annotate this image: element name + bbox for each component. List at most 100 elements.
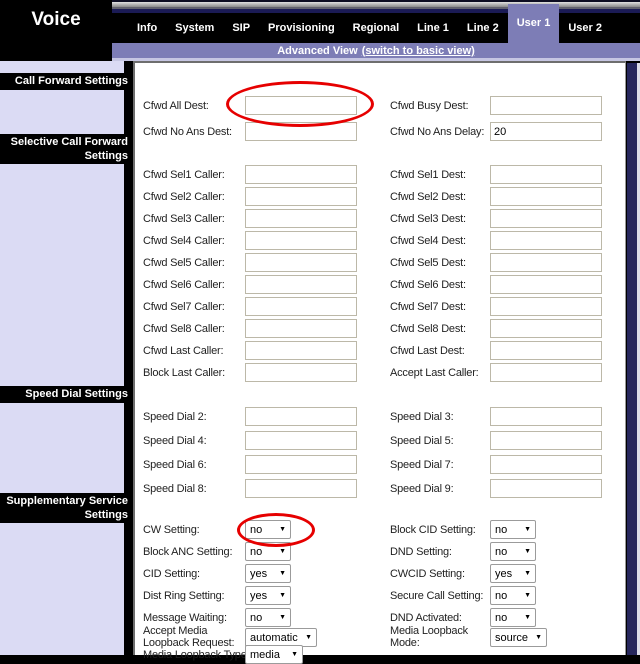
dropdown-arrow-icon: ▼	[524, 526, 531, 533]
tab-sip[interactable]: SIP	[223, 13, 259, 43]
speed-dial-4-label: Speed Dial 4:	[143, 435, 207, 447]
accept-media-loopback-request-label: Accept Media Loopback Request:	[143, 625, 235, 649]
speed-dial-5-input[interactable]	[490, 431, 602, 450]
block-anc-setting-label: Block ANC Setting:	[143, 546, 233, 558]
cfwd-sel2-dest-input[interactable]	[490, 187, 602, 206]
block-anc-setting-value: no	[250, 545, 263, 558]
block-cid-setting-label: Block CID Setting:	[390, 524, 476, 536]
dnd-setting-label: DND Setting:	[390, 546, 452, 558]
tab-info[interactable]: Info	[128, 13, 166, 43]
cfwd-busy-dest-label: Cfwd Busy Dest:	[390, 100, 469, 112]
secure-call-setting-select[interactable]: no ▼	[490, 586, 536, 605]
block-last-caller-label: Block Last Caller:	[143, 367, 225, 379]
block-last-caller-input[interactable]	[245, 363, 357, 382]
accept-last-caller-input[interactable]	[490, 363, 602, 382]
cid-setting-select[interactable]: yes ▼	[245, 564, 291, 583]
cfwd-sel6-dest-input[interactable]	[490, 275, 602, 294]
cfwd-no-ans-delay-input[interactable]	[490, 122, 602, 141]
tab-user-1[interactable]: User 1	[507, 4, 560, 43]
speed-dial-6-input[interactable]	[245, 455, 357, 474]
speed-dial-5-label: Speed Dial 5:	[390, 435, 454, 447]
cfwd-last-dest-input[interactable]	[490, 341, 602, 360]
section-header-selective-call-forward-settings: Selective Call Forward Settings	[0, 134, 133, 164]
view-mode-label: Advanced View	[277, 44, 358, 57]
cfwd-last-caller-input[interactable]	[245, 341, 357, 360]
tab-system[interactable]: System	[166, 13, 223, 43]
cfwd-sel4-caller-input[interactable]	[245, 231, 357, 250]
dnd-activated-value: no	[495, 611, 508, 624]
tab-bar: Info System SIP Provisioning Regional Line 1L…	[112, 0, 640, 43]
speed-dial-9-label: Speed Dial 9:	[390, 483, 454, 495]
tab-provisioning[interactable]: Provisioning	[259, 13, 344, 43]
dropdown-arrow-icon: ▼	[305, 634, 312, 641]
media-loopback-mode-value: source	[495, 631, 529, 644]
speed-dial-7-input[interactable]	[490, 455, 602, 474]
secure-call-setting-label: Secure Call Setting:	[390, 590, 484, 602]
dnd-setting-select[interactable]: no ▼	[490, 542, 536, 561]
media-loopback-mode-select[interactable]: source ▼	[490, 628, 547, 647]
content-panel: Cfwd All Dest: Cfwd Busy Dest: Cfwd No Ans…	[133, 61, 626, 664]
switch-view-link[interactable]: (switch to basic view)	[362, 45, 475, 57]
cfwd-sel5-caller-input[interactable]	[245, 253, 357, 272]
tab-regional[interactable]: Regional	[344, 13, 408, 43]
cfwd-sel6-caller-input[interactable]	[245, 275, 357, 294]
cwcid-setting-value: yes	[495, 567, 513, 580]
dropdown-arrow-icon: ▼	[524, 548, 531, 555]
cid-setting-label: CID Setting:	[143, 568, 200, 580]
speed-dial-9-input[interactable]	[490, 479, 602, 498]
cwcid-setting-select[interactable]: yes ▼	[490, 564, 536, 583]
cw-setting-select[interactable]: no ▼	[245, 520, 291, 539]
cfwd-sel3-dest-label: Cfwd Sel3 Dest:	[390, 213, 466, 225]
cfwd-all-dest-input[interactable]	[245, 96, 357, 115]
dropdown-arrow-icon: ▼	[535, 634, 542, 641]
cfwd-sel1-caller-input[interactable]	[245, 165, 357, 184]
dist-ring-setting-value: yes	[250, 589, 268, 602]
dist-ring-setting-select[interactable]: yes ▼	[245, 586, 291, 605]
tab-user-2[interactable]: User 2	[559, 13, 611, 43]
cfwd-sel5-dest-input[interactable]	[490, 253, 602, 272]
message-waiting-select[interactable]: no ▼	[245, 608, 291, 627]
tab-line-1[interactable]: Line 1	[408, 13, 458, 43]
cfwd-sel2-caller-label: Cfwd Sel2 Caller:	[143, 191, 225, 203]
speed-dial-2-input[interactable]	[245, 407, 357, 426]
block-cid-setting-select[interactable]: no ▼	[490, 520, 536, 539]
dnd-activated-label: DND Activated:	[390, 612, 462, 624]
dnd-activated-select[interactable]: no ▼	[490, 608, 536, 627]
dropdown-arrow-icon: ▼	[279, 548, 286, 555]
dropdown-arrow-icon: ▼	[524, 570, 531, 577]
cfwd-sel2-dest-label: Cfwd Sel2 Dest:	[390, 191, 466, 203]
cfwd-sel2-caller-input[interactable]	[245, 187, 357, 206]
dist-ring-setting-label: Dist Ring Setting:	[143, 590, 225, 602]
speed-dial-4-input[interactable]	[245, 431, 357, 450]
cfwd-sel3-caller-input[interactable]	[245, 209, 357, 228]
speed-dial-8-input[interactable]	[245, 479, 357, 498]
cfwd-sel7-caller-input[interactable]	[245, 297, 357, 316]
cfwd-sel5-dest-label: Cfwd Sel5 Dest:	[390, 257, 466, 269]
voice-admin-page: Voice Info System SIP Provisioning Regional L…	[0, 0, 640, 664]
cfwd-busy-dest-input[interactable]	[490, 96, 602, 115]
speed-dial-3-input[interactable]	[490, 407, 602, 426]
cw-setting-value: no	[250, 523, 263, 536]
cid-setting-value: yes	[250, 567, 268, 580]
tab-line-2[interactable]: Line 2	[458, 13, 508, 43]
cfwd-last-dest-label: Cfwd Last Dest:	[390, 345, 465, 357]
cfwd-sel8-caller-input[interactable]	[245, 319, 357, 338]
cfwd-sel4-caller-label: Cfwd Sel4 Caller:	[143, 235, 225, 247]
speed-dial-3-label: Speed Dial 3:	[390, 411, 454, 423]
cfwd-sel1-dest-input[interactable]	[490, 165, 602, 184]
cfwd-sel7-dest-input[interactable]	[490, 297, 602, 316]
accept-media-loopback-request-value: automatic	[250, 631, 298, 644]
dnd-setting-value: no	[495, 545, 508, 558]
cfwd-sel5-caller-label: Cfwd Sel5 Caller:	[143, 257, 225, 269]
dropdown-arrow-icon: ▼	[279, 526, 286, 533]
cfwd-sel3-dest-input[interactable]	[490, 209, 602, 228]
cfwd-sel6-caller-label: Cfwd Sel6 Caller:	[143, 279, 225, 291]
cfwd-no-ans-dest-input[interactable]	[245, 122, 357, 141]
cfwd-sel8-dest-input[interactable]	[490, 319, 602, 338]
cfwd-sel1-caller-label: Cfwd Sel1 Caller:	[143, 169, 225, 181]
cfwd-sel7-dest-label: Cfwd Sel7 Dest:	[390, 301, 466, 313]
cfwd-sel7-caller-label: Cfwd Sel7 Caller:	[143, 301, 225, 313]
block-anc-setting-select[interactable]: no ▼	[245, 542, 291, 561]
dropdown-arrow-icon: ▼	[524, 592, 531, 599]
cfwd-sel4-dest-input[interactable]	[490, 231, 602, 250]
